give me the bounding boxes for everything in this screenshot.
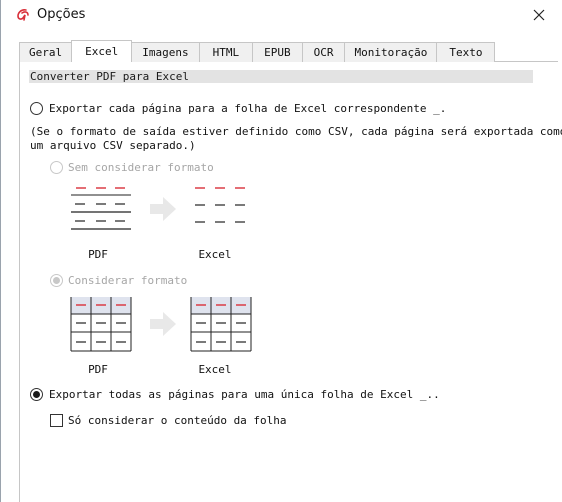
abbyy-logo-icon: [15, 7, 31, 23]
tab-ocr[interactable]: OCR: [301, 42, 346, 62]
tab-geral[interactable]: Geral: [19, 42, 73, 62]
per-page-radio[interactable]: [30, 102, 43, 115]
content-only-checkbox[interactable]: [50, 414, 63, 427]
tab-texto[interactable]: Texto: [436, 42, 496, 62]
no-format-radio[interactable]: [50, 161, 63, 174]
pdf-plain-illustration: [71, 187, 131, 230]
tab-imagens[interactable]: Imagens: [131, 42, 200, 62]
excel-plain-illustration: [195, 187, 245, 223]
keep-format-radio[interactable]: [50, 274, 63, 287]
single-sheet-radio[interactable]: [30, 388, 43, 401]
tab-strip: Geral Excel Imagens HTML EPUB OCR Monito…: [19, 40, 496, 62]
content-only-label[interactable]: Só considerar o conteúdo da folha: [68, 414, 287, 427]
excel-caption: Excel: [198, 248, 232, 261]
csv-note-line2: um arquivo CSV separado.): [30, 139, 196, 152]
keep-format-label[interactable]: Considerar formato: [68, 274, 187, 287]
section-header: Converter PDF para Excel: [29, 70, 533, 83]
tab-epub[interactable]: EPUB: [252, 42, 303, 62]
pdf-table-illustration: [70, 297, 132, 352]
window-title: Opções: [37, 7, 86, 22]
pdf-caption: PDF: [88, 248, 108, 261]
single-sheet-label[interactable]: Exportar todas as páginas para uma única…: [49, 388, 440, 401]
no-format-label[interactable]: Sem considerar formato: [68, 161, 214, 174]
tab-excel[interactable]: Excel: [71, 40, 133, 62]
pdf-caption: PDF: [88, 363, 108, 376]
close-button[interactable]: [516, 0, 562, 30]
tab-html[interactable]: HTML: [198, 42, 254, 62]
per-page-label[interactable]: Exportar cada página para a folha de Exc…: [49, 102, 446, 115]
options-dialog: Opções Geral Excel Imagens HTML EPUB OCR…: [0, 0, 562, 502]
excel-caption: Excel: [198, 363, 232, 376]
tab-monitoracao[interactable]: Monitoração: [344, 42, 438, 62]
excel-table-illustration: [190, 297, 252, 352]
arrow-right-icon: [150, 197, 176, 221]
title-bar[interactable]: Opções: [1, 0, 562, 30]
csv-note-line1: (Se o formato de saída estiver definido …: [30, 125, 562, 138]
arrow-right-icon: [150, 312, 176, 336]
close-icon: [533, 9, 545, 21]
